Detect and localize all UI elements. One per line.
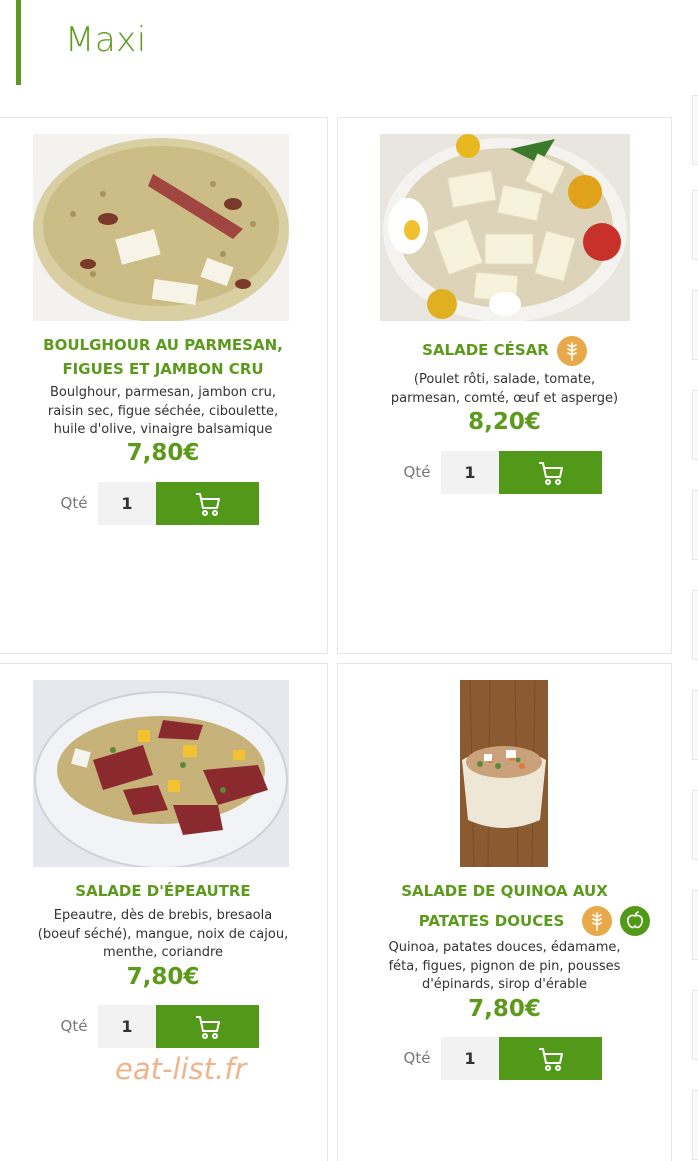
product-title[interactable]: BOULGHOUR AU PARMESAN, FIGUES ET JAMBON …	[0, 333, 327, 381]
cart-icon	[195, 1015, 220, 1039]
product-price: 7,80€	[468, 996, 541, 1022]
section-header: Maxi	[0, 0, 698, 85]
product-title[interactable]: SALADE CÉSAR	[338, 335, 671, 366]
quantity-input[interactable]	[98, 482, 156, 525]
product-price: 7,80€	[126, 964, 200, 990]
bulgur-salad-image	[33, 134, 289, 321]
cart-icon	[195, 492, 220, 516]
product-title[interactable]: SALADE DE QUINOA AUX PATATES DOUCES	[338, 878, 671, 940]
quantity-label: Qté	[403, 463, 431, 481]
quantity-label: Qté	[403, 1049, 431, 1067]
product-description: (Poulet rôti, salade, tomate, parmesan, …	[390, 372, 619, 406]
product-card-boulghour: BOULGHOUR AU PARMESAN, FIGUES ET JAMBON …	[0, 117, 328, 654]
watermark: eat-list.fr	[115, 1052, 247, 1086]
quinoa-salad-image	[460, 680, 548, 867]
quantity-label: Qté	[60, 1017, 88, 1035]
add-to-cart-row: Qté	[399, 451, 603, 494]
product-description: Epeautre, dès de brebis, bresaola (boeuf…	[37, 908, 289, 960]
quantity-input[interactable]	[441, 451, 499, 494]
product-title[interactable]: SALADE D'ÉPEAUTRE	[0, 879, 327, 903]
quantity-input[interactable]	[441, 1037, 499, 1080]
add-to-cart-button[interactable]	[499, 1037, 602, 1080]
section-title: Maxi	[65, 20, 147, 60]
product-card-quinoa: SALADE DE QUINOA AUX PATATES DOUCES Quin…	[337, 663, 672, 1161]
add-to-cart-row: Qté	[56, 1005, 260, 1048]
section-accent-bar	[16, 0, 21, 85]
cart-icon	[538, 1047, 563, 1071]
product-photo[interactable]	[460, 680, 548, 867]
product-photo[interactable]	[33, 134, 289, 321]
quantity-label: Qté	[60, 494, 88, 512]
gluten-icon	[582, 906, 613, 936]
cesar-salad-image	[380, 134, 630, 321]
cart-icon	[538, 461, 563, 485]
product-description: Quinoa, patates douces, édamame, féta, f…	[388, 940, 621, 992]
add-to-cart-button[interactable]	[156, 482, 259, 525]
product-price: 8,20€	[468, 409, 541, 435]
add-to-cart-row: Qté	[56, 482, 260, 525]
add-to-cart-row: Qté	[399, 1037, 603, 1080]
product-photo[interactable]	[33, 680, 289, 867]
gluten-icon	[556, 335, 587, 366]
epeautre-salad-image	[33, 680, 289, 867]
product-price: 7,80€	[126, 440, 200, 466]
product-photo[interactable]	[380, 134, 630, 321]
add-to-cart-button[interactable]	[156, 1005, 259, 1048]
vegan-icon	[620, 906, 651, 936]
quantity-input[interactable]	[98, 1005, 156, 1048]
product-description: Boulghour, parmesan, jambon cru, raisin …	[47, 385, 279, 437]
product-card-epeautre: SALADE D'ÉPEAUTRE Epeautre, dès de brebi…	[0, 663, 328, 1161]
add-to-cart-button[interactable]	[499, 451, 602, 494]
product-card-cesar: SALADE CÉSAR (Poulet rôti, salade, tomat…	[337, 117, 672, 654]
right-column-edge	[692, 0, 698, 1161]
